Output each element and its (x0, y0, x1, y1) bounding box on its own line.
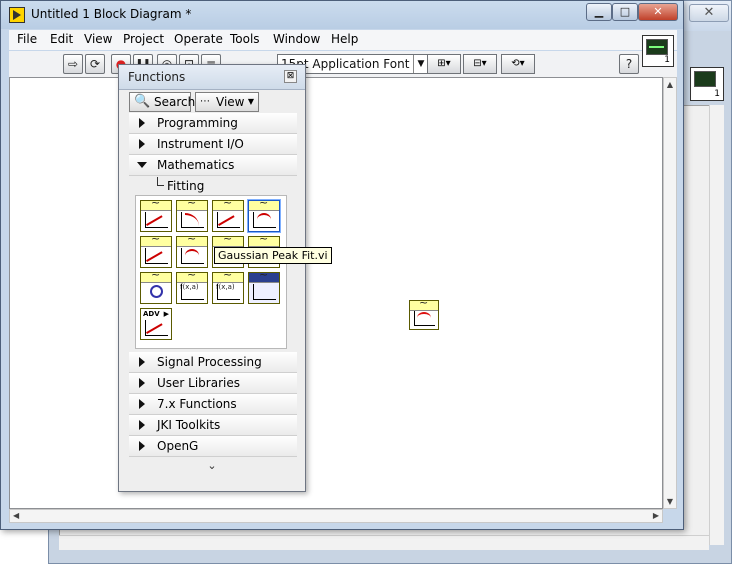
category-label: OpenG (157, 439, 199, 453)
front-panel-vi-icon[interactable]: 1 (690, 67, 724, 101)
category-label: User Libraries (157, 376, 240, 390)
menu-edit[interactable]: Edit (50, 32, 73, 46)
palette-more-chevron-icon[interactable]: ⌄ (119, 459, 305, 475)
front-panel-horizontal-scrollbar[interactable] (59, 535, 709, 550)
category-7x-functions[interactable]: 7.x Functions (129, 394, 297, 415)
category-jki-toolkits[interactable]: JKI Toolkits (129, 415, 297, 436)
gaussian-peak-fit-node[interactable] (409, 296, 439, 330)
vi-icon[interactable]: 1 (642, 35, 674, 67)
expand-arrow-icon (139, 420, 145, 430)
menu-window[interactable]: Window (273, 32, 320, 46)
vi-icon-number: 1 (664, 55, 670, 65)
node-header (410, 296, 438, 311)
expand-arrow-icon (139, 378, 145, 388)
palette-titlebar[interactable]: Functions ⊠ (119, 65, 305, 90)
front-panel-close-button[interactable]: ✕ (689, 4, 729, 22)
polynomial-fit-icon[interactable] (176, 232, 208, 268)
titlebar: Untitled 1 Block Diagram * ▁ □ ✕ (1, 1, 683, 29)
front-panel-vertical-scrollbar[interactable] (709, 105, 724, 545)
category-label: JKI Toolkits (157, 418, 221, 432)
toolbar: ⇨ ⟳ ● ❚❚ ◎ ⊡ ≡ 15pt Application Font ▼ ⊞… (9, 51, 677, 78)
linear-fit-icon[interactable] (140, 196, 172, 232)
search-button-label: Search (154, 95, 196, 109)
scroll-down-icon[interactable]: ▼ (666, 497, 674, 506)
category-label: Signal Processing (157, 355, 262, 369)
logarithmic-fit-icon[interactable] (140, 232, 172, 268)
context-help-button[interactable]: ? (619, 54, 639, 74)
align-objects-dropdown[interactable]: ⊞▾ (427, 54, 461, 74)
expand-arrow-icon (139, 139, 145, 149)
menu-help[interactable]: Help (331, 32, 358, 46)
palette-close-button[interactable]: ⊠ (284, 70, 297, 83)
gaussian-peak-fit-icon[interactable] (248, 196, 280, 232)
window-title: Untitled 1 Block Diagram * (31, 7, 192, 21)
expand-arrow-icon (139, 399, 145, 409)
category-user-libraries[interactable]: User Libraries (129, 373, 297, 394)
expand-arrow-icon (139, 118, 145, 128)
menu-bar: File Edit View Project Operate Tools Win… (9, 30, 677, 50)
menu-view[interactable]: View (84, 32, 112, 46)
expand-arrow-icon (139, 357, 145, 367)
subcategory-label: Fitting (167, 179, 205, 193)
front-panel-vi-icon-number: 1 (714, 89, 720, 99)
category-mathematics[interactable]: Mathematics (129, 155, 297, 176)
close-button[interactable]: ✕ (638, 3, 678, 21)
collapse-arrow-icon (137, 162, 147, 168)
distribute-objects-dropdown[interactable]: ⊟▾ (463, 54, 497, 74)
minimize-button[interactable]: ▁ (586, 3, 612, 21)
labview-app-icon (9, 7, 25, 23)
category-label: Mathematics (157, 158, 235, 172)
vertical-scrollbar[interactable]: ▲ ▼ (663, 77, 677, 509)
horizontal-scrollbar[interactable]: ◀ ▶ (9, 509, 663, 523)
category-programming[interactable]: Programming (129, 113, 297, 134)
exponential-fit-icon[interactable] (176, 196, 208, 232)
ellipse-fit-icon[interactable] (140, 268, 172, 304)
chevron-down-icon: ▼ (413, 55, 428, 73)
functions-palette: Functions ⊠ 🔍 Search ⋯ View ▼ Programmin… (118, 64, 332, 492)
nonlinear-curve-fit-icon[interactable]: f(x,a) (176, 268, 208, 304)
run-button[interactable]: ⇨ (63, 54, 83, 74)
menu-project[interactable]: Project (123, 32, 164, 46)
scroll-left-icon[interactable]: ◀ (13, 511, 19, 520)
menu-operate[interactable]: Operate (174, 32, 223, 46)
node-curve (417, 312, 431, 324)
search-button[interactable]: 🔍 Search (129, 92, 195, 112)
constrained-nonlinear-fit-icon[interactable]: f(x,a) (212, 268, 244, 304)
category-openg[interactable]: OpenG (129, 436, 297, 457)
category-label: 7.x Functions (157, 397, 237, 411)
run-continuously-button[interactable]: ⟳ (85, 54, 105, 74)
tree-branch-icon (157, 177, 164, 186)
maximize-button[interactable]: □ (612, 3, 638, 21)
tooltip: Gaussian Peak Fit.vi (214, 247, 332, 264)
block-diagram-window: Untitled 1 Block Diagram * ▁ □ ✕ File Ed… (0, 0, 684, 530)
vi-icon-screen (646, 39, 668, 55)
advanced-fitting-icon[interactable]: ADV ▶ (140, 308, 172, 340)
category-instrument-io[interactable]: Instrument I/O (129, 134, 297, 155)
palette-title: Functions (128, 70, 186, 84)
chevron-down-icon: ▼ (247, 97, 254, 106)
view-button[interactable]: ⋯ View ▼ (195, 92, 259, 112)
fitting-functions-grid: f(x,a) f(x,a) ADV ▶ (135, 195, 287, 349)
block-diagram-canvas[interactable] (9, 77, 663, 509)
curve-fitting-express-icon[interactable] (248, 268, 280, 304)
expand-arrow-icon (139, 441, 145, 451)
menu-tools[interactable]: Tools (230, 32, 260, 46)
power-fit-icon[interactable] (212, 196, 244, 232)
category-signal-processing[interactable]: Signal Processing (129, 352, 297, 373)
scroll-right-icon[interactable]: ▶ (653, 511, 659, 520)
reorder-dropdown[interactable]: ⟲▾ (501, 54, 535, 74)
subcategory-fitting[interactable]: Fitting (129, 175, 297, 195)
scroll-up-icon[interactable]: ▲ (666, 80, 674, 89)
category-label: Programming (157, 116, 238, 130)
category-label: Instrument I/O (157, 137, 244, 151)
menu-file[interactable]: File (17, 32, 37, 46)
search-icon: 🔍 (134, 94, 151, 109)
view-button-label: View (216, 95, 245, 109)
view-icon: ⋯ (200, 96, 210, 107)
